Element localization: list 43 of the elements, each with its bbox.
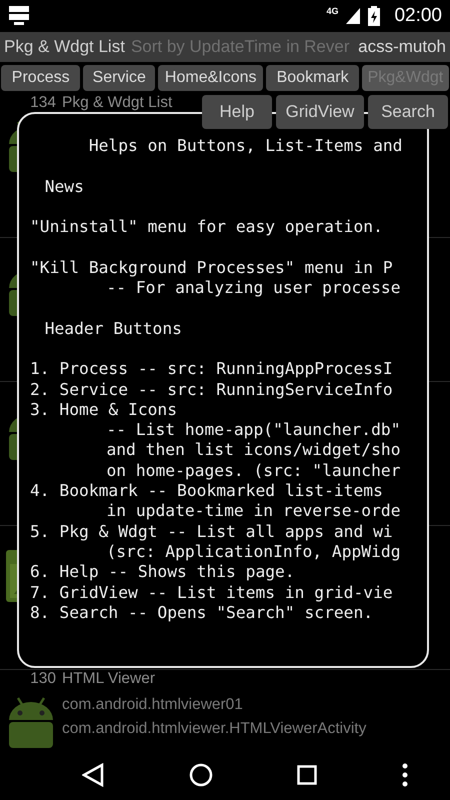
- help-text: 1. Process -- src: RunningAppProcessI: [30, 359, 394, 380]
- screen-title: Pkg & Wdgt List: [4, 37, 125, 57]
- app-name: Pkg & Wdgt List: [62, 94, 172, 111]
- recents-icon[interactable]: [297, 765, 318, 785]
- help-text: 8. Search -- Opens "Search" screen.: [30, 602, 374, 624]
- item-detail: com.android.htmlviewer01: [62, 696, 243, 714]
- battery-icon: [368, 6, 380, 26]
- item-detail: com.android.htmlviewer.HTMLViewerActivity: [62, 720, 366, 738]
- header-button[interactable]: Help: [202, 95, 272, 129]
- tab[interactable]: Home&Icons: [158, 65, 264, 91]
- dialog-title: Helps on Buttons, List-Items and: [88, 136, 404, 156]
- network-type: 4G: [326, 6, 338, 16]
- item-number: 130: [30, 670, 57, 687]
- item-number: 134: [30, 94, 57, 111]
- help-text: 2. Service -- src: RunningServiceInfo: [30, 380, 394, 400]
- help-text: (src: ApplicationInfo, AppWidg: [105, 542, 402, 562]
- tab[interactable]: Service: [83, 65, 155, 91]
- help-text: 6. Help -- Shows this page.: [30, 562, 296, 583]
- tab[interactable]: Bookmark: [266, 65, 359, 91]
- header-button[interactable]: GridView: [276, 95, 364, 129]
- help-text: "Kill Background Processes" menu in P: [30, 258, 394, 278]
- help-text: 5. Pkg & Wdgt -- List all apps and wi: [30, 522, 394, 542]
- more-icon[interactable]: [402, 763, 408, 787]
- help-text: in update-time in reverse-orde: [105, 501, 402, 522]
- home-icon[interactable]: [188, 763, 213, 787]
- help-text: and then list icons/widget/sho: [105, 440, 402, 461]
- help-text: "Uninstall" menu for easy operation.: [30, 217, 384, 238]
- signal-icon: [346, 8, 360, 24]
- app-icon: [8, 5, 30, 27]
- help-text: on home-pages. (src: "launcher: [105, 460, 402, 482]
- help-text: 4. Bookmark -- Bookmarked list-items: [30, 481, 384, 502]
- back-icon[interactable]: [82, 763, 104, 787]
- help-text: 7. GridView -- List items in grid-vie: [30, 582, 394, 603]
- help-text: 3. Home & Icons: [30, 400, 178, 420]
- app-name: HTML Viewer: [62, 670, 156, 687]
- header-button[interactable]: Search: [368, 95, 448, 129]
- section-heading: Header Buttons: [44, 318, 183, 339]
- clock-time: 02:00: [394, 5, 442, 27]
- help-text: -- For analyzing user processe: [105, 278, 402, 298]
- tab[interactable]: Process: [1, 65, 80, 91]
- help-text: -- List home-app("launcher.db": [105, 420, 402, 440]
- account-name: acss-mutoh: [358, 37, 446, 57]
- section-heading: News: [44, 176, 85, 197]
